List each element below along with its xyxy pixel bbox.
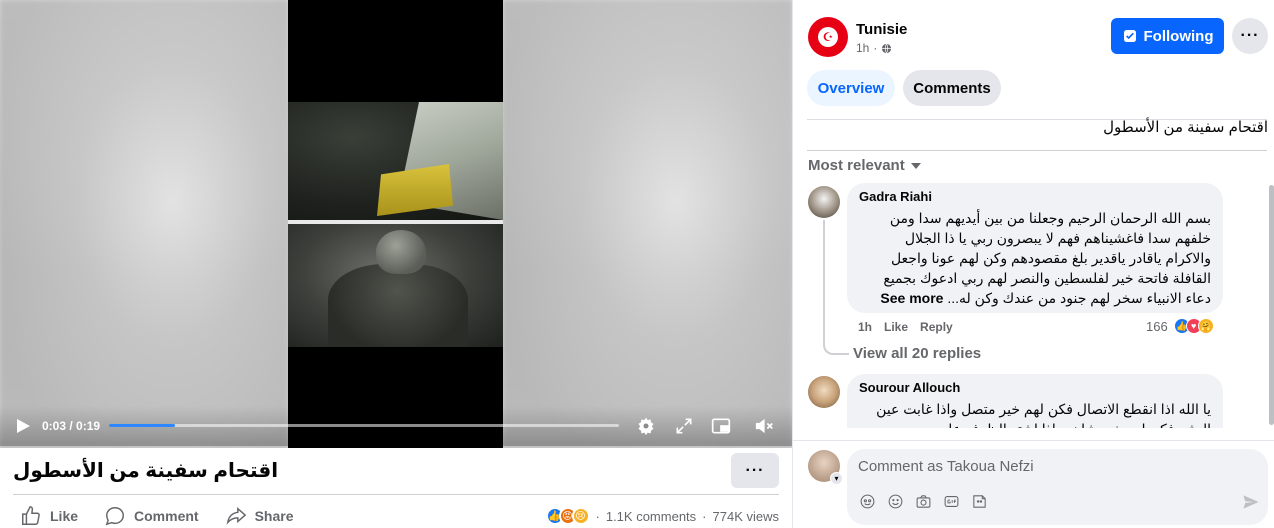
post-meta: 1h · [856,41,892,55]
sticker-icon[interactable] [970,492,989,511]
like-icon [22,506,40,525]
play-icon[interactable] [12,415,34,437]
share-button[interactable]: Share [225,504,294,528]
following-check-icon [1123,30,1136,42]
comment-icon [105,507,124,526]
video-blur-right [503,0,792,448]
separator-dot: · [595,508,600,524]
miniplayer-icon[interactable] [709,414,733,438]
comment-author[interactable]: Sourour Allouch [859,380,1211,395]
avatar-sticker-icon[interactable] [858,492,877,511]
video-title: اقتحام سفينة من الأسطول [13,460,279,482]
comment-label: Comment [134,508,199,524]
comment-time[interactable]: 1h [858,320,872,334]
comment-composer[interactable]: Comment as Takoua Nefzi [847,449,1268,525]
post-action-bar: Like Comment Share [20,504,320,528]
video-controls: 0:03 / 0:19 [0,406,792,446]
comment-like-button[interactable]: Like [884,320,908,334]
divider [793,440,1274,441]
reply-thread-line [823,220,849,355]
video-progress-fill [109,424,176,427]
video-time: 0:03 / 0:19 [42,419,101,433]
divider [13,494,779,495]
gif-icon[interactable] [942,492,961,511]
chevron-down-icon[interactable]: ▾ [830,472,843,485]
avatar[interactable] [808,376,840,408]
post-caption: اقتحام سفينة من الأسطول [1103,119,1268,136]
separator-dot: · [702,508,707,524]
flag-icon: ☪ [818,27,838,47]
video-more-options-button[interactable]: ··· [731,453,779,488]
page-avatar[interactable]: ☪ [808,17,848,57]
comment-reactions[interactable]: 166 👍 ♥ 🤗 [1146,318,1214,334]
view-replies-link[interactable]: View all 20 replies [853,345,981,362]
fullscreen-icon[interactable] [672,414,696,438]
comment-body: يا الله اذا انقطع الاتصال فكن لهم خير مت… [876,401,1211,428]
comments-scroll-area[interactable]: اقتحام سفينة من الأسطول Most relevant Ga… [793,112,1274,428]
share-icon [226,507,246,525]
sad-reaction-icon: 😢 [571,507,590,525]
post-viewer: 0:03 / 0:19 اقتحام سفينة من الأسطول ··· … [0,0,1274,528]
comment-button[interactable]: Comment [104,504,199,528]
emoji-icon[interactable] [886,492,905,511]
reaction-summary[interactable]: 👍 😡 😢 [545,507,590,525]
camera-icon[interactable] [914,492,933,511]
page-name[interactable]: Tunisie [856,21,907,38]
views-count: 774K views [712,508,779,524]
sort-dropdown[interactable]: Most relevant [808,157,921,174]
sort-label: Most relevant [808,157,905,174]
avatar[interactable] [808,186,840,218]
caret-down-icon [910,162,921,169]
tab-overview[interactable]: Overview [807,70,895,106]
share-label: Share [254,508,294,524]
video-frame-bottom [288,224,503,347]
video-frame-top [288,102,503,220]
video-player[interactable]: 0:03 / 0:19 [0,0,792,448]
globe-icon [882,43,892,53]
tab-comments[interactable]: Comments [903,70,1001,106]
comments-count[interactable]: 1.1K comments [606,509,696,524]
comment-bubble: Sourour Allouch يا الله اذا انقطع الاتصا… [847,374,1223,428]
comment-author[interactable]: Gadra Riahi [859,189,1211,204]
comment-reaction-count: 166 [1146,318,1168,334]
comment-actions: 1h Like Reply [858,320,953,334]
composer-toolbar [858,492,989,511]
following-button[interactable]: Following [1111,18,1224,54]
comment-text: بسم الله الرحمان الرحيم وجعلنا من بين أي… [859,208,1211,308]
like-label: Like [50,508,79,524]
comment-bubble: Gadra Riahi بسم الله الرحمان الرحيم وجعل… [847,183,1223,313]
current-user-avatar[interactable]: ▾ [808,450,843,485]
like-button[interactable]: Like [20,504,78,528]
comment-reply-button[interactable]: Reply [920,320,953,334]
scrollbar[interactable] [1269,185,1274,425]
see-more-link[interactable]: See more [880,290,943,306]
video-progress-bar[interactable] [109,424,619,427]
mute-icon[interactable] [752,414,776,438]
settings-icon[interactable] [634,414,658,438]
divider [807,150,1267,151]
comments-panel: ☪ Tunisie 1h · Following ··· Overview Co… [792,0,1274,528]
post-stats: 👍 😡 😢 · 1.1K comments · 774K views [545,507,779,525]
video-blur-left [0,0,288,448]
following-label: Following [1143,27,1214,45]
send-icon[interactable] [1241,492,1261,512]
care-reaction-icon: 🤗 [1197,318,1214,334]
post-time[interactable]: 1h [856,41,869,55]
comment-input[interactable]: Comment as Takoua Nefzi [858,458,1034,475]
post-more-options-button[interactable]: ··· [1232,18,1268,54]
